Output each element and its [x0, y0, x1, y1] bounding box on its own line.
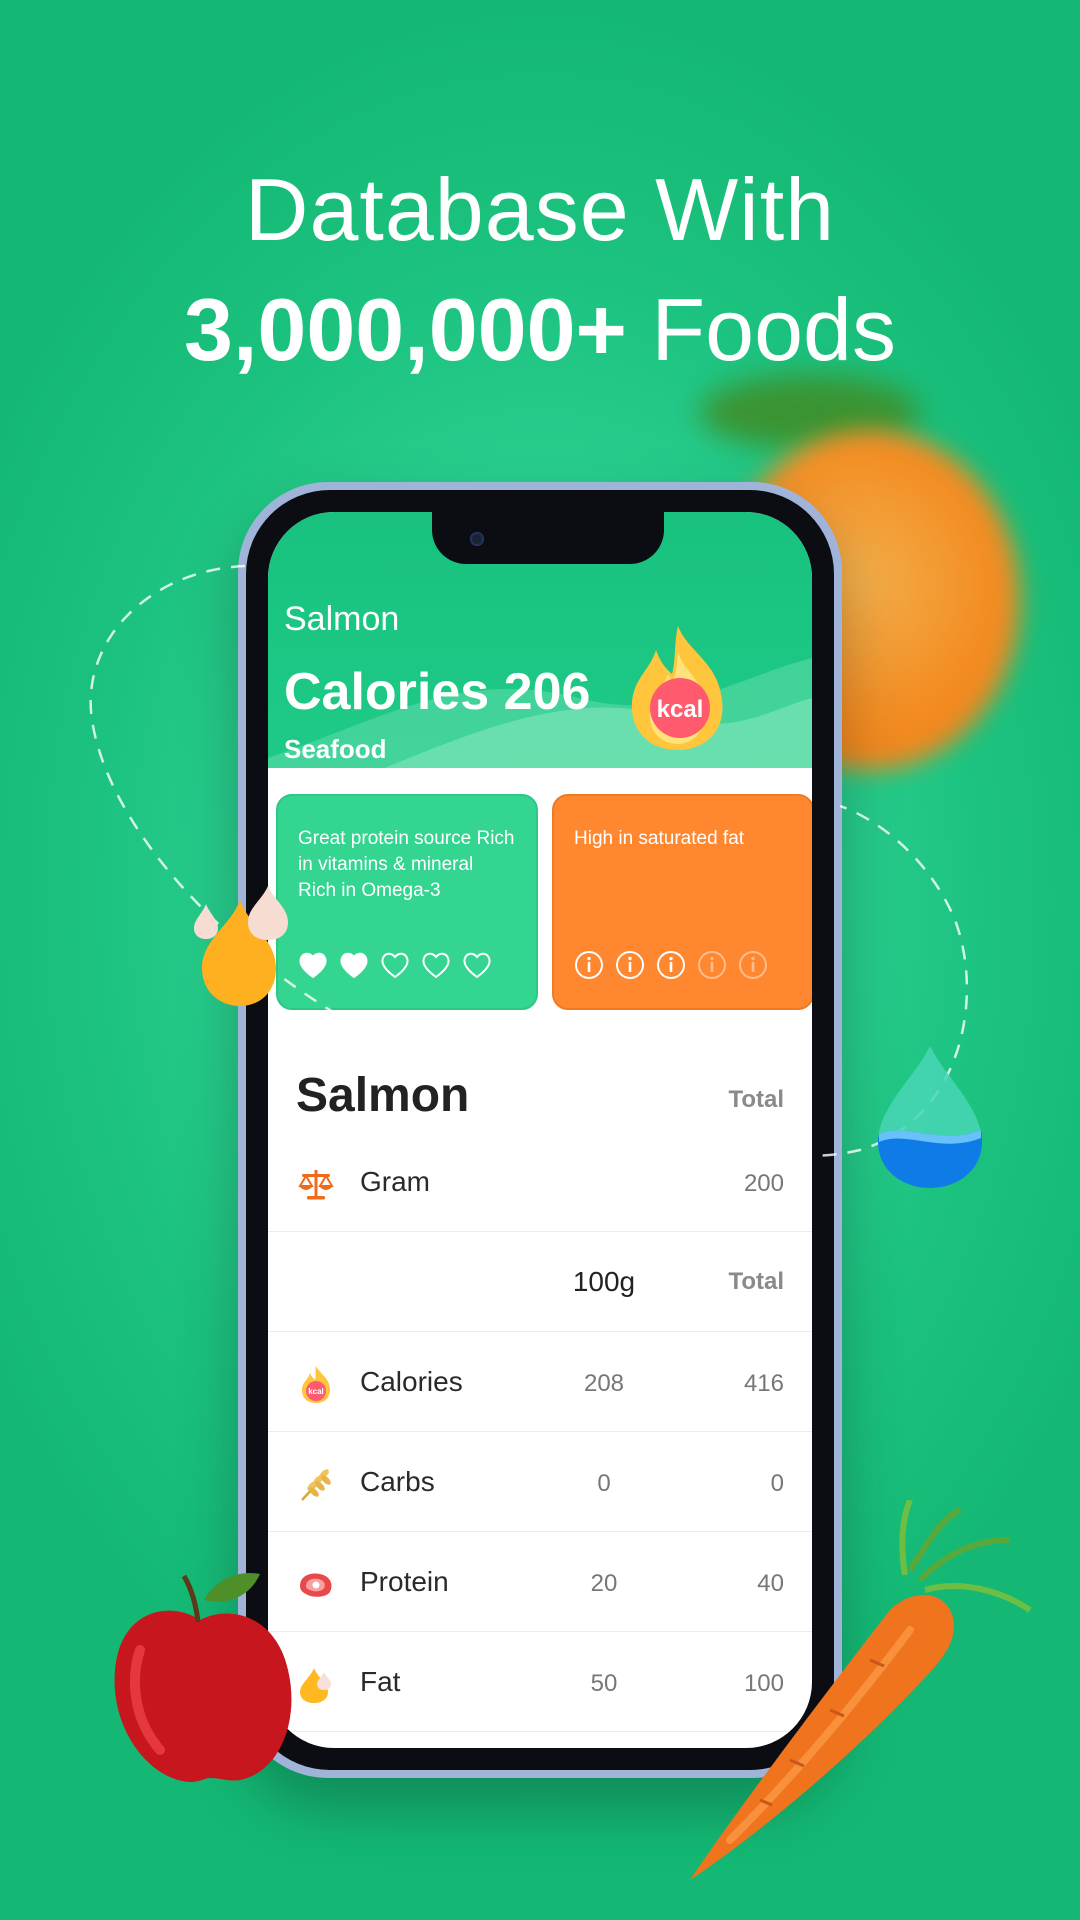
negative-card-text: High in saturated fat [574, 828, 745, 849]
food-category: Seafood [284, 734, 387, 764]
info-dim-icon [739, 951, 767, 979]
negative-rating [574, 950, 768, 980]
nutrient-per100: 20 [590, 1570, 618, 1597]
nutrient-label: Calories [360, 1366, 463, 1397]
phone-notch [432, 512, 664, 564]
gram-total: 200 [743, 1170, 784, 1197]
detail-total-label: Total [728, 1086, 784, 1113]
info-icon [575, 951, 603, 979]
headline-count: 3,000,000+ [184, 280, 627, 379]
carrot-decoration [690, 1500, 1032, 1880]
kcal-badge-text: kcal [308, 1387, 324, 1396]
headline-foods: Foods [626, 280, 896, 379]
info-icon [616, 951, 644, 979]
heart-outline-icon [422, 952, 450, 979]
heart-filled-icon [340, 952, 368, 979]
positive-card[interactable]: Great protein source Rich in vitamins & … [276, 794, 538, 1010]
meat-icon [300, 1573, 332, 1597]
gram-label: Gram [360, 1166, 430, 1197]
heart-filled-icon [299, 952, 327, 979]
detail-title: Salmon [296, 1069, 470, 1122]
positive-rating [298, 950, 492, 980]
apple-decoration [114, 1573, 292, 1782]
column-header-row: 100g Total [268, 1232, 812, 1332]
heart-outline-icon [463, 952, 491, 979]
info-icon [657, 951, 685, 979]
water-drop-icon [878, 1046, 982, 1188]
nutrient-total: 416 [743, 1370, 784, 1397]
positive-card-text: Great protein source Rich in vitamins & … [298, 828, 515, 901]
nutrient-row-calories[interactable]: kcal Calories 208 416 [268, 1332, 812, 1432]
nutrient-total: 0 [770, 1470, 784, 1497]
kcal-fire-icon: kcal [631, 626, 723, 750]
food-name: Salmon [284, 600, 400, 638]
kcal-badge-text: kcal [657, 696, 704, 723]
camera-icon [470, 532, 484, 546]
gram-row[interactable]: Gram 200 [268, 1132, 812, 1232]
nutrient-per100: 0 [597, 1470, 611, 1497]
food-insight-cards: Great protein source Rich in vitamins & … [276, 794, 812, 1010]
total-header: Total [728, 1268, 784, 1295]
per-100g-header: 100g [572, 1266, 636, 1297]
nutrient-per100: 208 [583, 1370, 625, 1397]
headline-line-1: Database With [244, 160, 836, 259]
scale-icon [298, 1170, 334, 1200]
nutrient-per100: 50 [590, 1670, 618, 1697]
headline: Database With 3,000,000+ Foods [0, 150, 1080, 390]
info-dim-icon [698, 951, 726, 979]
nutrient-label: Protein [360, 1566, 449, 1597]
calories-value: Calories 206 [284, 663, 591, 721]
headline-line-2: 3,000,000+ Foods [0, 270, 1080, 390]
heart-outline-icon [381, 952, 409, 979]
kcal-fire-icon: kcal [302, 1366, 330, 1403]
oil-drop-icon [300, 1668, 331, 1703]
nutrient-label: Carbs [360, 1466, 435, 1497]
wheat-icon [301, 1469, 331, 1501]
oil-drop-decoration [194, 886, 288, 1006]
nutrient-label: Fat [360, 1666, 401, 1697]
negative-card[interactable]: High in saturated fat [552, 794, 812, 1010]
